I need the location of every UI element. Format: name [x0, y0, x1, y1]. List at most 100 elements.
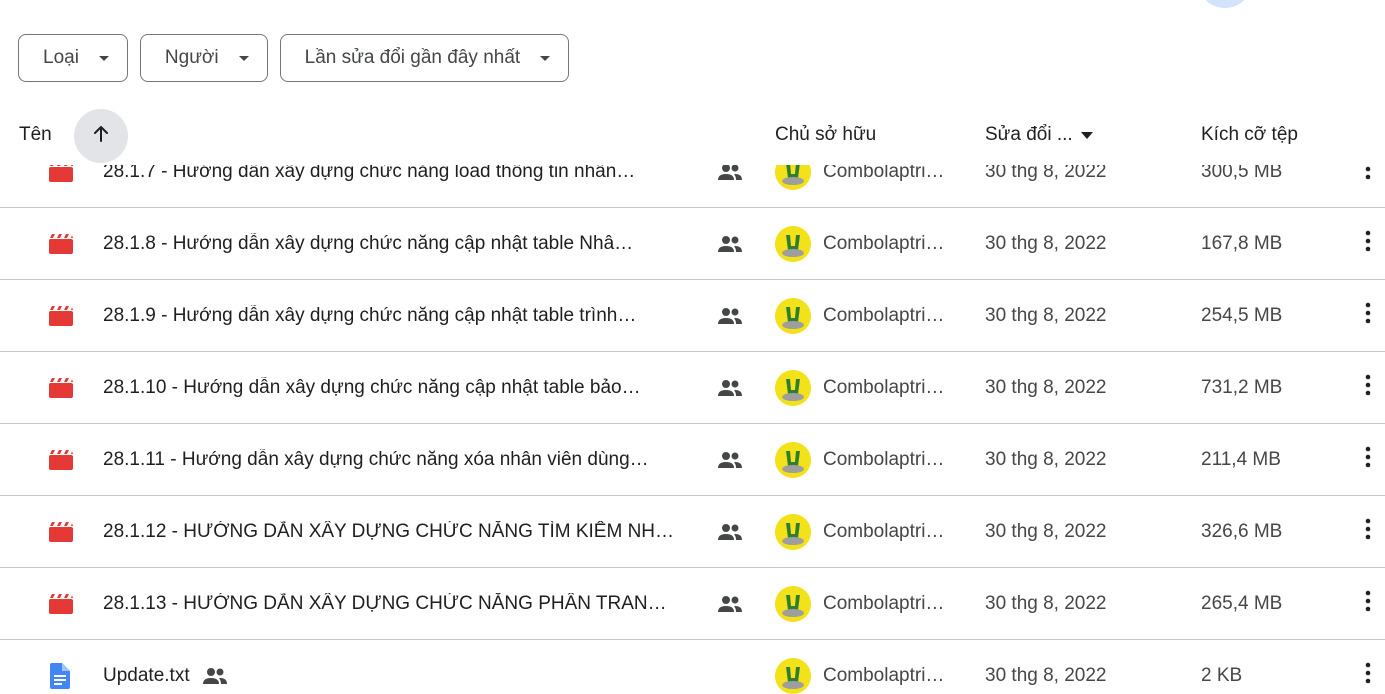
modified-date: 30 thg 8, 2022 [985, 376, 1107, 398]
shared-people-icon [717, 208, 743, 279]
file-row[interactable]: 28.1.12 - HƯỚNG DẪN XÂY DỰNG CHỨC NĂNG T… [0, 496, 1385, 568]
shared-people-icon [717, 352, 743, 423]
owner-cell: Combolaptri… [775, 496, 944, 567]
more-actions-button[interactable] [1356, 208, 1380, 279]
more-actions-button[interactable] [1356, 568, 1380, 639]
video-file-icon [48, 496, 76, 567]
owner-name: Combolaptri… [823, 165, 945, 182]
video-file-icon [48, 568, 76, 639]
owner-cell: Combolaptri… [775, 280, 944, 351]
file-size: 167,8 MB [1201, 232, 1283, 254]
arrow-up-icon [91, 124, 111, 149]
owner-name: Combolaptri… [823, 448, 945, 470]
file-size: 300,5 MB [1201, 165, 1283, 182]
more-vert-icon [1365, 374, 1371, 401]
more-actions-button[interactable] [1356, 496, 1380, 567]
column-header-size[interactable]: Kích cỡ tệp [1201, 124, 1298, 146]
file-rows: 28.1.7 - Hướng dẫn xây dựng chức năng lo… [0, 165, 1385, 694]
more-vert-icon [1365, 518, 1371, 545]
shared-people-icon [717, 568, 743, 639]
owner-avatar [775, 297, 811, 334]
text-document-icon [48, 640, 76, 694]
file-row[interactable]: 28.1.8 - Hướng dẫn xây dựng chức năng cậ… [0, 208, 1385, 280]
sort-direction-button[interactable] [74, 109, 128, 163]
file-row[interactable]: 28.1.10 - Hướng dẫn xây dựng chức năng c… [0, 352, 1385, 424]
filter-type-label: Loại [43, 47, 79, 68]
owner-cell: Combolaptri… [775, 568, 944, 639]
column-header-modified[interactable]: Sửa đổi ... [985, 124, 1093, 146]
file-name[interactable]: 28.1.11 - Hướng dẫn xây dựng chức năng x… [103, 449, 649, 471]
modified-date: 30 thg 8, 2022 [985, 520, 1107, 542]
video-file-icon [48, 424, 76, 495]
column-header-modified-label: Sửa đổi ... [985, 124, 1073, 145]
more-vert-icon [1365, 302, 1371, 329]
chevron-down-icon [238, 55, 249, 61]
modified-date: 30 thg 8, 2022 [985, 592, 1107, 614]
file-name-cell: 28.1.9 - Hướng dẫn xây dựng chức năng cậ… [103, 280, 753, 351]
chevron-down-icon [540, 55, 551, 61]
column-header-name: Tên [19, 124, 52, 145]
modified-date: 30 thg 8, 2022 [985, 304, 1107, 326]
owner-avatar [775, 657, 811, 694]
filter-modified-chip[interactable]: Lần sửa đổi gần đây nhất [279, 34, 570, 82]
account-avatar[interactable] [1198, 0, 1252, 8]
owner-avatar [775, 165, 811, 190]
shared-people-icon [717, 165, 743, 207]
owner-cell: Combolaptri… [775, 640, 944, 694]
more-actions-button[interactable] [1356, 165, 1380, 207]
more-vert-icon [1365, 662, 1371, 689]
video-file-icon [48, 352, 76, 423]
shared-people-icon [717, 424, 743, 495]
more-vert-icon [1365, 446, 1371, 473]
more-actions-button[interactable] [1356, 640, 1380, 694]
file-name-cell: 28.1.7 - Hướng dẫn xây dựng chức năng lo… [103, 165, 753, 207]
file-name-cell: 28.1.12 - HƯỚNG DẪN XÂY DỰNG CHỨC NĂNG T… [103, 496, 753, 567]
shared-people-icon [717, 280, 743, 351]
column-header-owner[interactable]: Chủ sở hữu [775, 124, 876, 146]
owner-avatar [775, 225, 811, 262]
modified-date: 30 thg 8, 2022 [985, 448, 1107, 470]
file-name[interactable]: 28.1.13 - HƯỚNG DẪN XÂY DỰNG CHỨC NĂNG P… [103, 593, 667, 615]
shared-people-icon [717, 496, 743, 567]
owner-cell: Combolaptri… [775, 352, 944, 423]
file-name[interactable]: 28.1.10 - Hướng dẫn xây dựng chức năng c… [103, 377, 641, 399]
filter-modified-label: Lần sửa đổi gần đây nhất [304, 47, 521, 68]
file-size: 265,4 MB [1201, 592, 1283, 614]
more-actions-button[interactable] [1356, 424, 1380, 495]
owner-name: Combolaptri… [823, 664, 945, 686]
shared-people-icon [202, 667, 228, 685]
owner-avatar [775, 369, 811, 406]
owner-name: Combolaptri… [823, 592, 945, 614]
file-row[interactable]: 28.1.11 - Hướng dẫn xây dựng chức năng x… [0, 424, 1385, 496]
file-name[interactable]: 28.1.7 - Hướng dẫn xây dựng chức năng lo… [103, 165, 635, 183]
more-vert-icon [1365, 590, 1371, 617]
file-size: 254,5 MB [1201, 304, 1283, 326]
file-name-cell: 28.1.11 - Hướng dẫn xây dựng chức năng x… [103, 424, 753, 495]
more-actions-button[interactable] [1356, 352, 1380, 423]
file-name[interactable]: 28.1.9 - Hướng dẫn xây dựng chức năng cậ… [103, 305, 636, 327]
file-row[interactable]: Update.txt Combolaptri… 30 thg 8, 2022 2 KB [0, 640, 1385, 694]
owner-name: Combolaptri… [823, 376, 945, 398]
owner-avatar [775, 513, 811, 550]
file-name-cell: 28.1.8 - Hướng dẫn xây dựng chức năng cậ… [103, 208, 753, 279]
owner-name: Combolaptri… [823, 520, 945, 542]
file-name-cell: Update.txt [103, 640, 753, 694]
file-row[interactable]: 28.1.13 - HƯỚNG DẪN XÂY DỰNG CHỨC NĂNG P… [0, 568, 1385, 640]
filter-people-chip[interactable]: Người [139, 34, 268, 82]
owner-name: Combolaptri… [823, 232, 945, 254]
file-size: 731,2 MB [1201, 376, 1283, 398]
owner-cell: Combolaptri… [775, 208, 944, 279]
more-actions-button[interactable] [1356, 280, 1380, 351]
video-file-icon [48, 280, 76, 351]
file-size: 326,6 MB [1201, 520, 1283, 542]
owner-cell: Combolaptri… [775, 165, 944, 207]
video-file-icon [48, 208, 76, 279]
file-name-cell: 28.1.13 - HƯỚNG DẪN XÂY DỰNG CHỨC NĂNG P… [103, 568, 753, 639]
modified-date: 30 thg 8, 2022 [985, 664, 1107, 686]
filter-type-chip[interactable]: Loại [18, 34, 128, 82]
file-row[interactable]: 28.1.9 - Hướng dẫn xây dựng chức năng cậ… [0, 280, 1385, 352]
file-row[interactable]: 28.1.7 - Hướng dẫn xây dựng chức năng lo… [0, 165, 1385, 208]
file-name[interactable]: 28.1.12 - HƯỚNG DẪN XÂY DỰNG CHỨC NĂNG T… [103, 521, 674, 543]
file-name[interactable]: 28.1.8 - Hướng dẫn xây dựng chức năng cậ… [103, 233, 633, 255]
file-name[interactable]: Update.txt [103, 665, 190, 687]
